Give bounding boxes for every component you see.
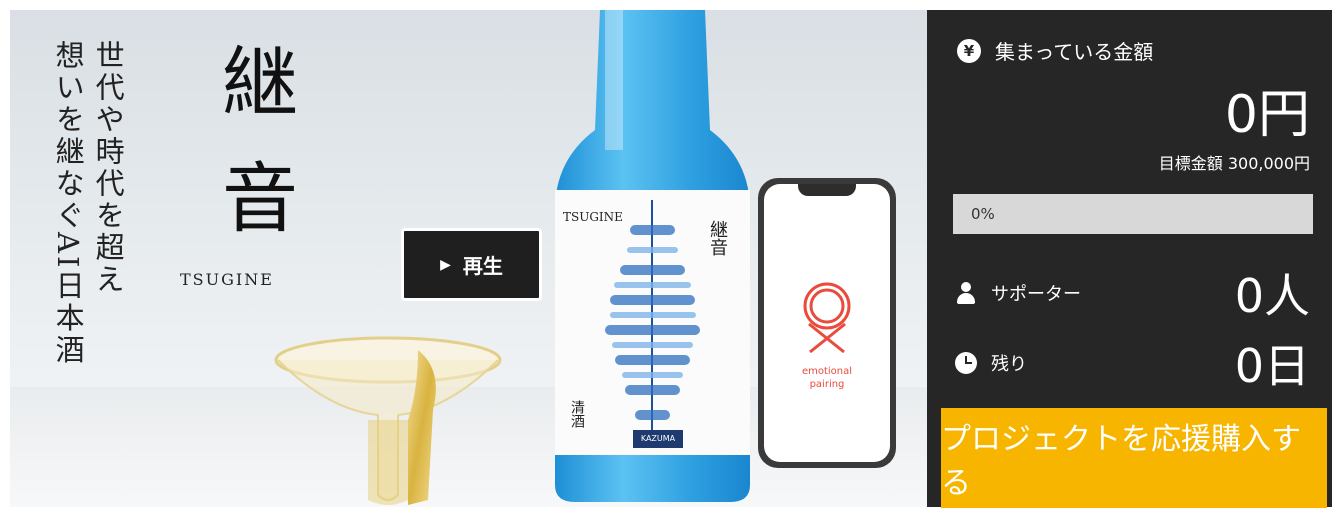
hero-subtitle: TSUGINE [180,270,274,289]
smartphone-image: emotional pairing [758,178,896,468]
phone-text-2: pairing [810,379,845,390]
project-card: 世代や時代を超え 想いを継なぐAI日本酒 継音 TSUGINE TSUGINE … [0,0,1332,517]
clock-icon [955,352,977,374]
funding-progress-bar: 0% [953,194,1313,234]
supporters-label: サポーター [991,284,1081,305]
person-icon [955,282,977,304]
remaining-label: 残り [991,354,1027,375]
funding-panel: ¥ 集まっている金額 0円 目標金額 300,000円 0% サポーター 0人 … [927,10,1332,508]
play-video-button[interactable]: ▶ 再生 [401,228,542,301]
collected-amount-label: 集まっている金額 [995,40,1154,64]
goal-amount: 目標金額 300,000円 [1159,150,1310,174]
phone-text-1: emotional [802,366,852,377]
bottle-label-brand: KAZUMA [633,430,683,448]
remaining-value: 0日 [1234,339,1310,393]
supporters-row: サポーター [955,280,1081,306]
phone-screen: emotional pairing [764,184,890,462]
play-triangle-icon: ▶ [440,256,451,273]
bottle-label-kanji: 継音 [707,220,728,256]
yen-circle-icon: ¥ [957,38,981,63]
hero-vertical-text-1: 世代や時代を超え [91,40,126,296]
remaining-row: 残り [955,350,1027,376]
bottle-label-sake: 清酒 [569,400,585,428]
phone-notch [798,184,856,196]
hero-title: 継音 [209,42,298,274]
sake-glass-image [274,336,502,505]
hero-image: 世代や時代を超え 想いを継なぐAI日本酒 継音 TSUGINE TSUGINE … [10,10,927,507]
supporters-value: 0人 [1234,269,1310,323]
goal-amount-label: 目標金額 [1158,154,1223,173]
collected-amount-header: ¥ 集まっている金額 [957,36,1153,65]
collected-amount-value: 0円 [1224,85,1310,145]
goal-amount-value: 300,000円 [1227,154,1310,173]
progress-text: 0% [971,205,995,223]
bottle-label-title: TSUGINE [563,210,623,224]
play-button-label: 再生 [462,254,503,278]
hero-vertical-text-2: 想いを継なぐAI日本酒 [51,40,86,367]
emotional-pairing-logo: emotional pairing [802,282,852,390]
support-purchase-button[interactable]: プロジェクトを応援購入する [941,408,1327,508]
bottle-label: TSUGINE 継音 清酒 KAZUMA [555,190,750,455]
